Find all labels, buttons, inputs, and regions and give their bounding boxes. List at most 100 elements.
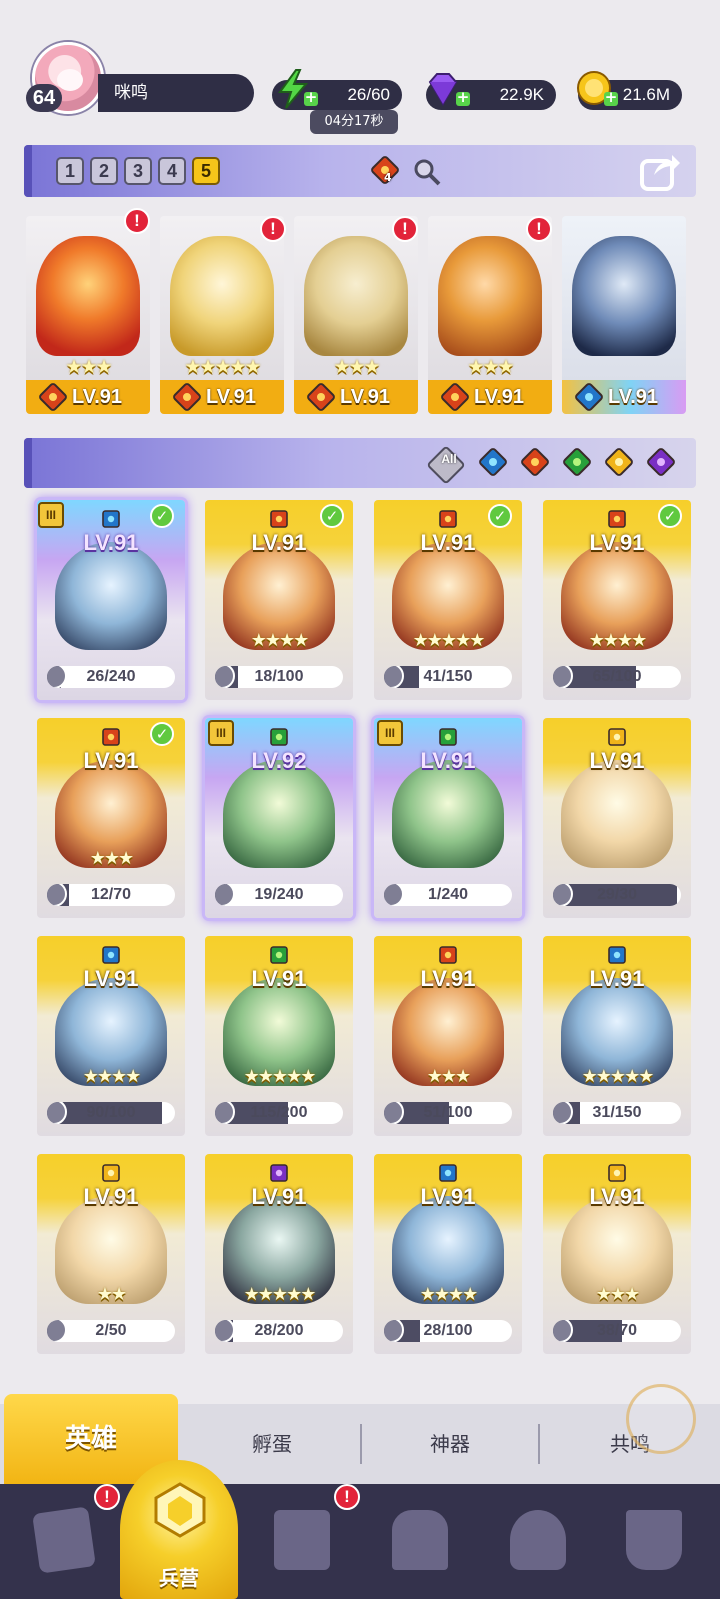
hero-card[interactable]: LV.91 1/240 bbox=[374, 718, 522, 918]
shard-progress-bar: 28/200 bbox=[215, 1320, 343, 1342]
barracks-icon bbox=[154, 1482, 206, 1538]
book-icon bbox=[274, 1510, 330, 1570]
hero-card[interactable]: LV.91 29/30 bbox=[543, 718, 691, 918]
filter-fire-button[interactable] bbox=[519, 446, 551, 478]
team-tab-4[interactable]: 4 bbox=[158, 157, 186, 185]
shard-progress-bar: 51/100 bbox=[384, 1102, 512, 1124]
wood-element-icon bbox=[270, 946, 288, 964]
shard-progress-bar: 28/100 bbox=[384, 1320, 512, 1342]
selected-check: ✓ bbox=[150, 504, 174, 528]
share-icon[interactable] bbox=[638, 149, 682, 193]
shard-count: 28/100 bbox=[423, 1322, 473, 1339]
selected-check: ✓ bbox=[150, 722, 174, 746]
hero-portrait bbox=[561, 760, 673, 868]
hero-card[interactable]: LV.91 ★★★★ 28/100 bbox=[374, 1154, 522, 1354]
castle-icon bbox=[392, 1510, 448, 1570]
hero-card[interactable]: LV.91 ★★ 2/50 bbox=[37, 1154, 185, 1354]
shard-progress-bar: 26/240 bbox=[47, 666, 175, 688]
team-tab-1[interactable]: 1 bbox=[56, 157, 84, 185]
nav-banner[interactable] bbox=[614, 1496, 694, 1584]
nav-cards[interactable] bbox=[24, 1496, 104, 1584]
shard-count: 18/100 bbox=[254, 668, 304, 685]
shard-icon bbox=[215, 884, 235, 906]
formation-slot-4[interactable]: ★★★ LV.91 bbox=[428, 216, 552, 414]
hero-level: LV.91 bbox=[251, 530, 307, 555]
hero-card[interactable]: LV.91 ★★★★ 18/100 bbox=[205, 500, 353, 700]
formation-slot-5[interactable]: LV.91 bbox=[562, 216, 686, 414]
shard-progress-bar: 29/30 bbox=[553, 884, 681, 906]
hero-stars: ★★★★★ bbox=[243, 1284, 317, 1305]
player-name[interactable]: 咪鸣 bbox=[98, 74, 254, 112]
filter-dark-button[interactable] bbox=[645, 446, 677, 478]
team-tab-3[interactable]: 3 bbox=[124, 157, 152, 185]
floating-action-button[interactable] bbox=[626, 1384, 696, 1454]
hero-card[interactable]: LV.91 ★★★★ 65/100 bbox=[543, 500, 691, 700]
hero-card[interactable]: LV.91 ★★★★ 90/100 bbox=[37, 936, 185, 1136]
formation-stars: ★★★ bbox=[467, 356, 514, 378]
light-element-icon bbox=[608, 728, 626, 746]
hero-stars: ★★★★ bbox=[82, 1066, 142, 1087]
gem-value: 22.9K bbox=[499, 85, 544, 104]
fire-element-icon bbox=[608, 510, 626, 528]
energy-timer: 04分17秒 bbox=[310, 110, 398, 134]
water-element-icon bbox=[102, 510, 120, 528]
hero-card[interactable]: LV.91 ★★★★★ 31/150 bbox=[543, 936, 691, 1136]
filter-light-button[interactable] bbox=[603, 446, 635, 478]
formation-slot-1[interactable]: ★★★ LV.91 bbox=[26, 216, 150, 414]
nav-book[interactable] bbox=[262, 1496, 342, 1584]
nav-mushroom[interactable] bbox=[498, 1496, 578, 1584]
hero-portrait bbox=[304, 236, 408, 356]
filter-wood-button[interactable] bbox=[561, 446, 593, 478]
shard-progress-bar: 2/50 bbox=[47, 1320, 175, 1342]
hero-stars: ★★★★★ bbox=[243, 1066, 317, 1087]
hero-level: LV.91 bbox=[420, 966, 476, 991]
nav-castle[interactable] bbox=[380, 1496, 460, 1584]
hero-card[interactable]: LV.91 ★★★★★ 41/150 bbox=[374, 500, 522, 700]
shard-progress-bar: 1/240 bbox=[384, 884, 512, 906]
hero-stars: ★★★★ bbox=[250, 630, 310, 651]
gold-value: 21.6M bbox=[622, 85, 670, 104]
rank-badge: III bbox=[208, 720, 234, 746]
hero-stars: ★★★★ bbox=[419, 1284, 479, 1305]
team-tab-2[interactable]: 2 bbox=[90, 157, 118, 185]
shard-count: 65/100 bbox=[592, 668, 642, 685]
hero-level: LV.91 bbox=[589, 530, 645, 555]
hero-level: LV.91 bbox=[420, 530, 476, 555]
shard-count: 2/50 bbox=[95, 1322, 127, 1339]
team-tab-5[interactable]: 5 bbox=[192, 157, 220, 185]
hero-card[interactable]: LV.92 19/240 bbox=[205, 718, 353, 918]
formation-stars: ★★★ bbox=[333, 356, 380, 378]
shard-count: 115/200 bbox=[250, 1104, 308, 1121]
hero-level: LV.92 bbox=[251, 748, 307, 773]
hero-card[interactable]: LV.91 ★★★ 51/100 bbox=[374, 936, 522, 1136]
hero-card[interactable]: LV.91 ★★★ 38/70 bbox=[543, 1154, 691, 1354]
shard-icon bbox=[384, 884, 404, 906]
tab-artifacts[interactable]: 神器 bbox=[362, 1404, 538, 1484]
shard-count: 29/30 bbox=[596, 886, 638, 903]
gold-plus-button[interactable] bbox=[604, 88, 618, 106]
water-element-icon bbox=[608, 946, 626, 964]
formation-slot-2[interactable]: ★★★★★ LV.91 bbox=[160, 216, 284, 414]
filter-water-button[interactable] bbox=[477, 446, 509, 478]
hero-card[interactable]: LV.91 ★★★★★ 28/200 bbox=[205, 1154, 353, 1354]
hero-card[interactable]: LV.91 ★★★★★ 115/200 bbox=[205, 936, 353, 1136]
hero-card[interactable]: LV.91 ★★★ 12/70 bbox=[37, 718, 185, 918]
search-icon[interactable] bbox=[412, 157, 442, 187]
shard-progress-bar: 38/70 bbox=[553, 1320, 681, 1342]
shard-progress-bar: 18/100 bbox=[215, 666, 343, 688]
hero-stars: ★★★★★ bbox=[412, 630, 486, 651]
fire-element-icon bbox=[270, 510, 288, 528]
gem-plus-button[interactable] bbox=[456, 88, 470, 106]
hero-stars: ★★ bbox=[96, 1284, 127, 1305]
filter-all-label: All bbox=[441, 452, 457, 466]
shard-count: 51/100 bbox=[423, 1104, 473, 1121]
player-level: 64 bbox=[26, 84, 62, 112]
formation-slot-3[interactable]: ★★★ LV.91 bbox=[294, 216, 418, 414]
energy-plus-button[interactable] bbox=[304, 88, 318, 106]
hero-portrait bbox=[170, 236, 274, 356]
rank-badge: III bbox=[38, 502, 64, 528]
energy-value: 26/60 bbox=[347, 85, 390, 104]
shard-progress-bar: 31/150 bbox=[553, 1102, 681, 1124]
hero-stars: ★★★ bbox=[89, 848, 134, 869]
hero-card[interactable]: LV.91 26/240 bbox=[37, 500, 185, 700]
